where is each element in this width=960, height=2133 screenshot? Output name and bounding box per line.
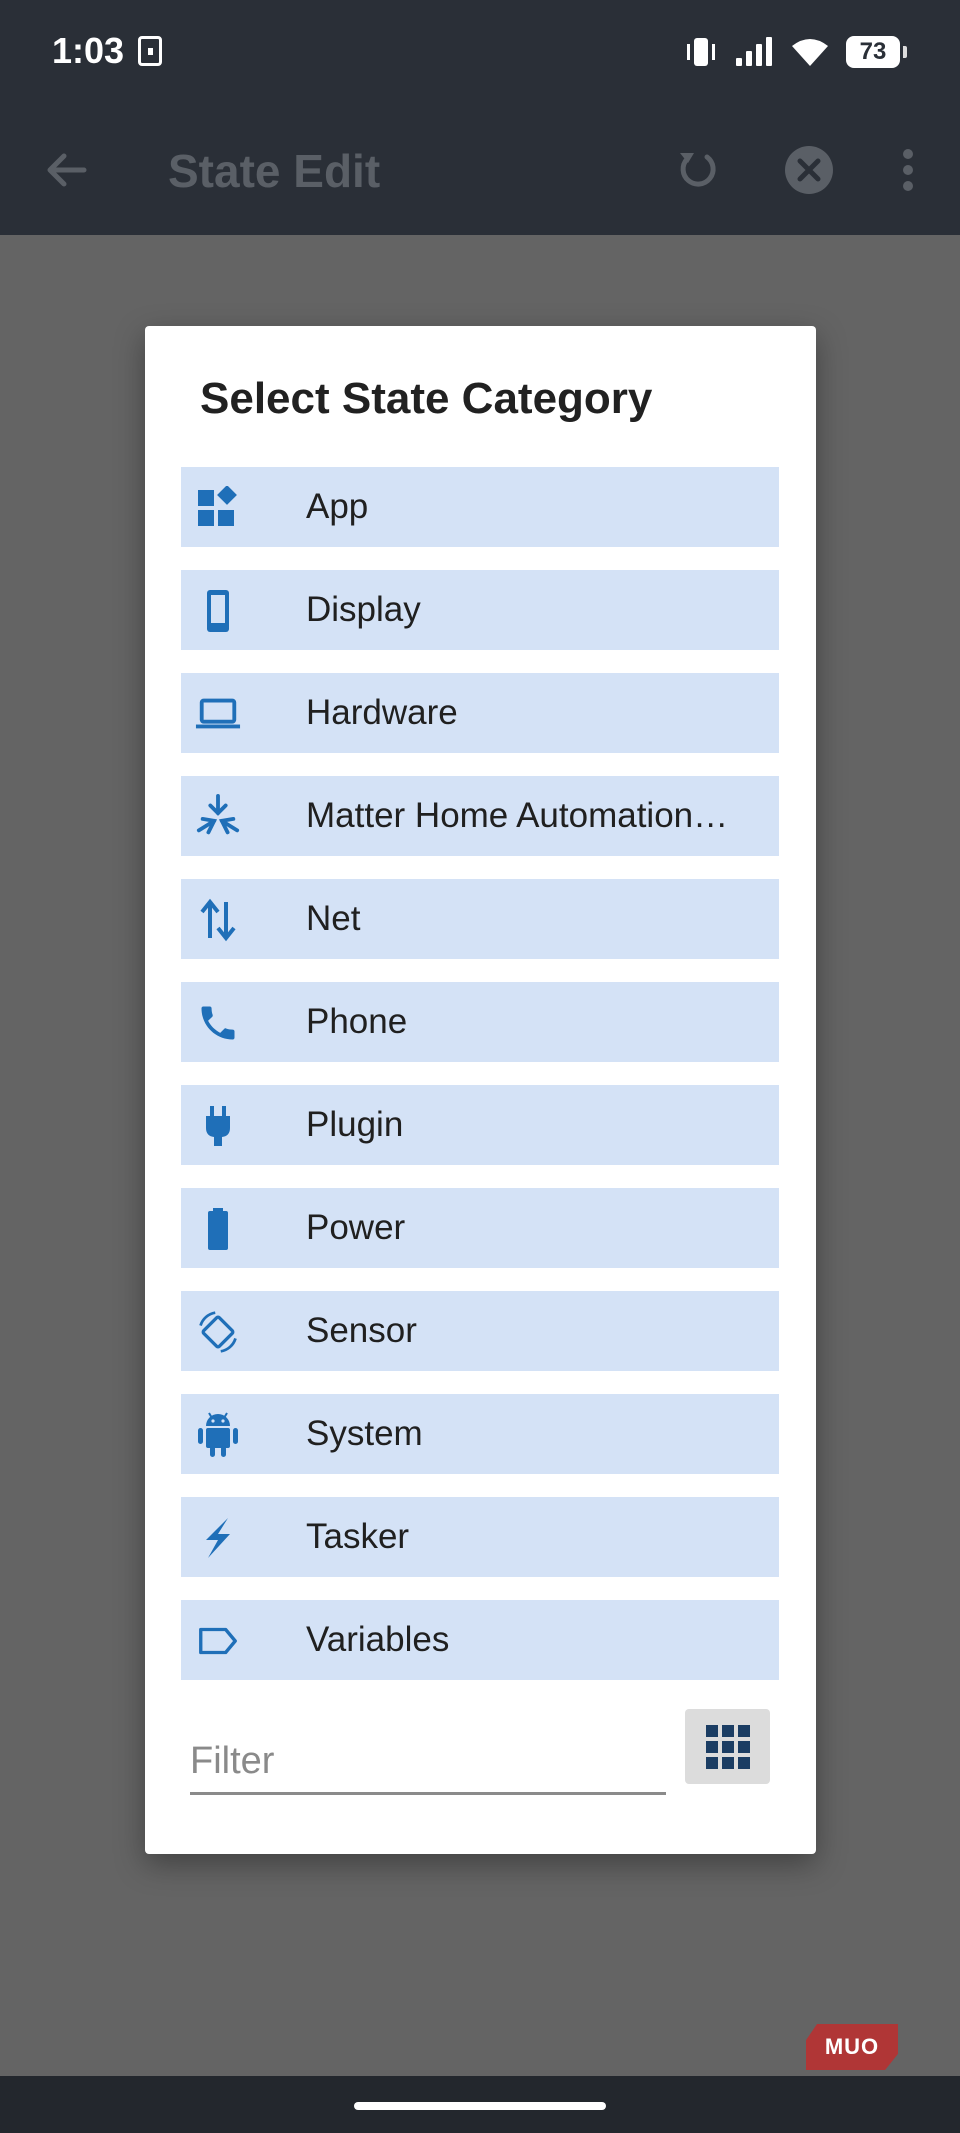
category-label: Phone: [306, 1002, 408, 1041]
back-arrow-icon[interactable]: [34, 138, 98, 202]
category-item-matter-home-automation[interactable]: Matter Home Automation…: [181, 776, 779, 856]
gesture-handle[interactable]: [354, 2102, 606, 2110]
category-item-phone[interactable]: Phone: [181, 982, 779, 1062]
sim-card-icon: [138, 36, 162, 66]
category-label: Net: [306, 899, 361, 938]
category-item-variables[interactable]: Variables: [181, 1600, 779, 1680]
category-label: Hardware: [306, 693, 458, 732]
undo-icon[interactable]: [665, 138, 729, 202]
phone-display-icon: [195, 588, 241, 634]
status-bar: 1:03 73: [0, 0, 960, 104]
watermark-logo: MUO: [806, 2024, 898, 2070]
battery-level: 73: [859, 38, 887, 65]
category-item-display[interactable]: Display: [181, 570, 779, 650]
category-item-app[interactable]: App: [181, 467, 779, 547]
grid-icon: [705, 1724, 750, 1769]
page-title: State Edit: [168, 145, 381, 197]
screen-rotation-icon: [195, 1309, 241, 1355]
category-label: Matter Home Automation…: [306, 796, 729, 835]
up-down-arrows-icon: [195, 897, 241, 943]
category-item-hardware[interactable]: Hardware: [181, 673, 779, 753]
label-tag-icon: [195, 1618, 241, 1664]
app-bar: State Edit: [0, 104, 960, 235]
category-item-power[interactable]: Power: [181, 1188, 779, 1268]
battery-icon: [195, 1206, 241, 1252]
category-item-sensor[interactable]: Sensor: [181, 1291, 779, 1371]
filter-input[interactable]: [190, 1734, 666, 1788]
phone-handset-icon: [195, 1000, 241, 1046]
more-options-icon[interactable]: [876, 138, 940, 202]
signal-icon: [736, 37, 772, 66]
plug-icon: [195, 1103, 241, 1149]
cancel-icon[interactable]: [777, 138, 841, 202]
lightning-bolt-icon: [195, 1515, 241, 1561]
laptop-icon: [195, 691, 241, 737]
status-time: 1:03: [52, 30, 125, 71]
category-label: Plugin: [306, 1105, 404, 1144]
status-icons: 73: [684, 32, 907, 72]
category-label: System: [306, 1414, 423, 1453]
filter-field[interactable]: [190, 1734, 666, 1795]
category-item-system[interactable]: System: [181, 1394, 779, 1474]
dialog-title: Select State Category: [200, 374, 653, 423]
watermark-text: MUO: [824, 2034, 880, 2059]
category-label: Tasker: [306, 1517, 410, 1556]
app-grid-icon: [195, 485, 241, 531]
category-label: Variables: [306, 1620, 450, 1659]
category-label: App: [306, 487, 369, 526]
wifi-icon: [792, 39, 828, 66]
battery-indicator: 73: [846, 36, 907, 68]
category-list: App Display Hardware Matter Home Automat…: [181, 467, 779, 1703]
android-icon: [195, 1412, 241, 1458]
category-label: Sensor: [306, 1311, 417, 1350]
category-item-plugin[interactable]: Plugin: [181, 1085, 779, 1165]
grid-view-button[interactable]: [685, 1709, 770, 1784]
category-label: Display: [306, 590, 421, 629]
category-item-net[interactable]: Net: [181, 879, 779, 959]
matter-icon: [195, 794, 241, 840]
select-state-category-dialog: Select State Category App Display Hardwa…: [145, 326, 816, 1854]
category-label: Power: [306, 1208, 406, 1247]
category-item-tasker[interactable]: Tasker: [181, 1497, 779, 1577]
vibrate-icon: [687, 38, 715, 66]
